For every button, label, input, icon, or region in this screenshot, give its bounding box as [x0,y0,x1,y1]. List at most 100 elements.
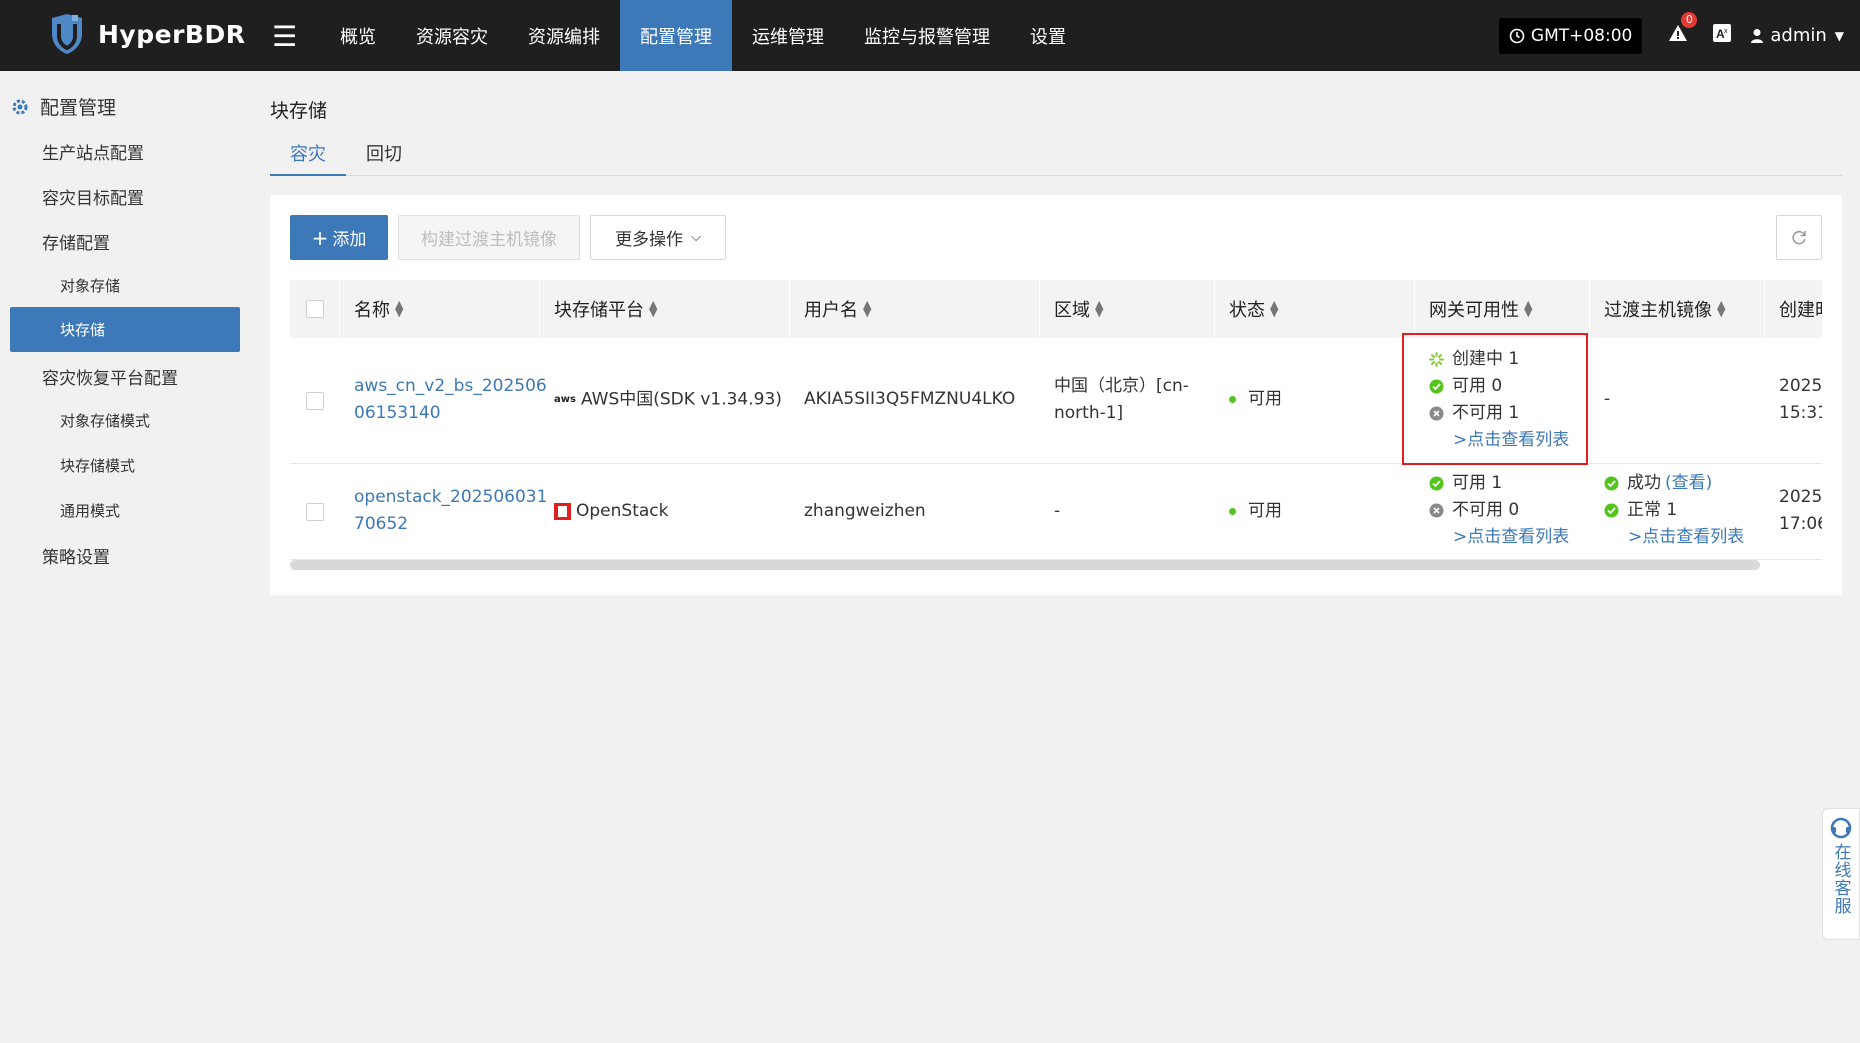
nav-config-management[interactable]: 配置管理 [620,0,732,71]
sort-icon[interactable]: ▲ ▼ [649,299,657,318]
column-header-transition-image[interactable]: 过渡主机镜像 ▲ ▼ [1590,280,1765,338]
status-label: 可用 [1248,501,1282,521]
main-nav: 概览 资源容灾 资源编排 配置管理 运维管理 监控与报警管理 设置 [320,0,1086,71]
timezone-display[interactable]: GMT+08:00 [1498,17,1643,54]
storage-name-link[interactable]: openstack_202506031 70652 [354,484,547,538]
username-label: admin [1770,25,1827,46]
gateway-cell: 可用 1 不可用 0 >点击查看列表 [1429,470,1569,551]
nav-resource-orchestration[interactable]: 资源编排 [508,0,620,71]
row-checkbox[interactable] [306,392,324,410]
region-line2: north-1] [1054,403,1124,423]
image-status-label: 成功 [1627,473,1661,493]
tab-failback[interactable]: 回切 [346,140,422,176]
gateway-view-list-link[interactable]: >点击查看列表 [1429,524,1569,551]
block-storage-card: + 添加 构建过渡主机镜像 更多操作 ⌵ 名称 ▲ ▼ 块存储平台 ▲ ▼ 用户名 ▲ ▼ … [270,195,1842,595]
column-header-gateway[interactable]: 网关可用性 ▲ ▼ [1415,280,1590,338]
column-header-platform[interactable]: 块存储平台 ▲ ▼ [540,280,790,338]
sidebar-header: 配置管理 [10,93,116,120]
column-header-status[interactable]: 状态 ▲ ▼ [1215,280,1415,338]
created-line2: 15:31: [1779,403,1822,423]
openstack-icon [554,502,571,520]
region-cell: - [1054,501,1061,521]
column-status-label: 状态 [1229,300,1265,321]
select-all-checkbox[interactable] [305,300,324,318]
sidebar-item-general-mode[interactable]: 通用模式 [60,500,120,521]
tab-dr[interactable]: 容灾 [270,140,346,176]
chevron-down-icon: ⌵ [691,230,701,245]
storage-name-line2: 06153140 [354,403,441,423]
sidebar-item-storage-config[interactable]: 存储配置 [42,229,110,254]
alarm-button[interactable]: 0 [1668,12,1698,48]
platform-label: OpenStack [576,501,669,521]
row-checkbox-cell [306,392,324,410]
sidebar-item-block-storage[interactable]: 块存储 [10,307,240,352]
alarm-count-badge: 0 [1681,12,1698,28]
online-support-button[interactable]: 在线客服 [1822,808,1860,940]
horizontal-scrollbar[interactable] [290,560,1760,570]
sort-icon[interactable]: ▲ ▼ [863,299,871,318]
column-gateway-label: 网关可用性 [1429,300,1519,321]
nav-overview[interactable]: 概览 [320,0,396,71]
column-header-created[interactable]: 创建时 [1765,280,1822,338]
sort-icon[interactable]: ▲ ▼ [1717,299,1725,318]
image-view-link[interactable]: (查看) [1665,470,1712,497]
more-actions-dropdown[interactable]: 更多操作 ⌵ [590,215,726,260]
image-status: 成功 (查看) [1604,470,1744,497]
status-label: 可用 [1248,389,1282,409]
check-circle-icon [1429,476,1444,491]
table-row: openstack_202506031 70652 OpenStack zhan… [290,464,1822,560]
sidebar-item-dr-platform-config[interactable]: 容灾恢复平台配置 [42,364,178,389]
platform-cell: OpenStack [554,498,668,525]
column-header-username[interactable]: 用户名 ▲ ▼ [790,280,1040,338]
table-row: aws_cn_v2_bs_202506 06153140 aws AWS中国(SD… [290,338,1822,464]
image-cell: 成功 (查看) 正常 1 >点击查看列表 [1604,470,1744,551]
sidebar-item-object-storage-mode[interactable]: 对象存储模式 [60,410,150,431]
aws-icon: aws [554,394,576,405]
status-cell: 可用 [1229,386,1282,413]
build-image-button[interactable]: 构建过渡主机镜像 [398,215,580,260]
shield-logo-icon [52,14,82,54]
image-view-list-link[interactable]: >点击查看列表 [1604,524,1744,551]
user-menu[interactable]: admin ▼ [1750,25,1844,46]
sidebar-item-dr-target[interactable]: 容灾目标配置 [42,184,144,209]
created-line1: 2025- [1779,376,1822,396]
caret-down-icon: ▼ [1834,28,1844,43]
table-header: 名称 ▲ ▼ 块存储平台 ▲ ▼ 用户名 ▲ ▼ 区域 ▲ ▼ 状态 ▲ ▼ 网关可用性 ▲ ▼ 过渡主… [290,280,1822,338]
app-logo[interactable]: HyperBDR [48,12,245,56]
nav-settings[interactable]: 设置 [1010,0,1086,71]
storage-name-link[interactable]: aws_cn_v2_bs_202506 06153140 [354,373,547,427]
sidebar-item-object-storage[interactable]: 对象存储 [60,275,120,296]
refresh-button[interactable] [1776,215,1822,260]
language-switch-icon[interactable]: Ax [1712,23,1732,48]
sort-icon[interactable]: ▲ ▼ [1524,299,1532,318]
menu-toggle-icon[interactable]: ☰ [272,20,297,53]
image-normal-label: 正常 1 [1627,500,1678,520]
clock-icon [1509,28,1525,43]
nav-operations[interactable]: 运维管理 [732,0,844,71]
sidebar-item-block-storage-mode[interactable]: 块存储模式 [60,455,135,476]
check-circle-icon [1604,476,1619,491]
column-header-region[interactable]: 区域 ▲ ▼ [1040,280,1215,338]
headset-icon [1830,817,1852,839]
nav-resource-dr[interactable]: 资源容灾 [396,0,508,71]
gateway-available: 可用 1 [1429,470,1569,497]
sidebar-item-production-site[interactable]: 生产站点配置 [42,139,144,164]
column-header-name[interactable]: 名称 ▲ ▼ [340,280,540,338]
add-button[interactable]: + 添加 [290,215,388,260]
tab-bar: 容灾 回切 [270,140,1842,176]
region-cell: 中国（北京）[cn- north-1] [1054,373,1189,427]
refresh-icon [1792,230,1806,244]
created-cell: 2025- 15:31: [1779,373,1822,427]
online-support-label: 在线客服 [1830,843,1851,915]
sort-icon[interactable]: ▲ ▼ [395,299,403,318]
created-cell: 2025- 17:06: [1779,484,1822,538]
sort-icon[interactable]: ▲ ▼ [1095,299,1103,318]
sidebar-item-policy-settings[interactable]: 策略设置 [42,543,110,568]
nav-monitoring[interactable]: 监控与报警管理 [844,0,1010,71]
column-image-label: 过渡主机镜像 [1604,300,1712,321]
row-checkbox[interactable] [306,503,324,521]
plus-icon: + [311,225,329,250]
sort-icon[interactable]: ▲ ▼ [1270,299,1278,318]
status-dot-icon [1229,395,1236,403]
select-all-checkbox-cell [290,280,340,338]
